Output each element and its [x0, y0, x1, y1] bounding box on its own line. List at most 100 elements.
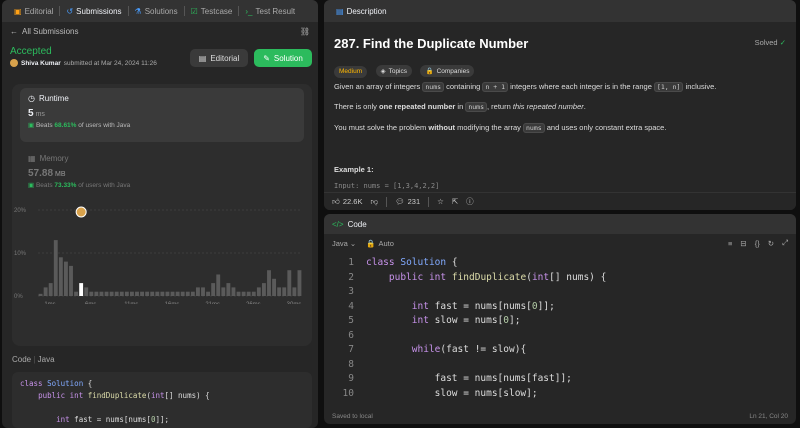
code-line: slow = nums[slow]; [366, 387, 538, 399]
code-preview-line: class Solution { [20, 379, 93, 388]
star-icon[interactable]: ☆ [437, 197, 444, 206]
chart-bar [282, 287, 287, 296]
line-number: 8 [348, 358, 354, 370]
tab-submissions[interactable]: ↺ Submissions [60, 0, 127, 22]
y-tick-label: 0% [14, 294, 23, 300]
line-number: 7 [348, 344, 354, 355]
runtime-beats: ▣ Beats 68.61% of users with Java [28, 122, 131, 129]
chart-bar [43, 287, 48, 296]
tab-solutions[interactable]: ⚗ Solutions [129, 0, 184, 22]
description-actions: 👍︎ 22.6K 👎︎ 💬︎ 231 ☆ ⇱ ⓘ [324, 192, 796, 210]
language-select[interactable]: Java ⌄ [332, 239, 356, 248]
line-number: 10 [342, 387, 354, 399]
chart-bar [180, 291, 185, 296]
format-icon[interactable]: ≡ [728, 239, 732, 248]
comment-icon: 💬︎ [395, 197, 405, 206]
topics-chip[interactable]: ◈ Topics [375, 65, 413, 77]
problem-statement-2: There is only one repeated number in num… [334, 102, 586, 112]
performance-stats: ◷ Runtime 5 ms ▣ Beats 68.61% of users wit… [12, 84, 312, 346]
chart-bar [272, 278, 277, 296]
chart-bar [231, 287, 236, 296]
chart-bar [292, 287, 297, 296]
share-icon[interactable]: ⇱ [452, 197, 458, 206]
reset-icon[interactable]: ↻ [768, 239, 774, 248]
code-preview-line: int fast = nums[nums[0]]; [56, 415, 170, 424]
chart-bar [53, 240, 58, 296]
submission-panel: ▣ Editorial ↺ Submissions ⚗ Solutions ☑ Test… [2, 0, 318, 428]
tab-description[interactable]: ▤ Description [330, 0, 393, 22]
code-preview-line: public int findDuplicate(int[] nums) { [38, 391, 210, 400]
difficulty-badge: Medium [334, 65, 368, 78]
chart-bar [74, 291, 79, 296]
help-icon[interactable]: ⓘ [466, 196, 474, 207]
solution-button[interactable]: ✎ Solution [254, 49, 312, 67]
comments-button[interactable]: 💬︎ 231 [395, 197, 420, 206]
tab-test-result[interactable]: ›_ Test Result [239, 0, 301, 22]
chart-bar [185, 291, 190, 296]
chart-bar [246, 291, 251, 296]
example-input: Input: nums = [1,3,4,2,2] [334, 182, 440, 189]
arrow-left-icon: ← [10, 26, 18, 36]
edit-icon: ✎ [263, 53, 270, 63]
tab-editorial[interactable]: ▣ Editorial [8, 0, 59, 22]
thumbs-down-icon[interactable]: 👎︎ [370, 197, 378, 207]
chart-bar [38, 293, 43, 296]
chevron-down-icon: ⌄ [349, 238, 357, 248]
trophy-icon: ▣ [28, 182, 35, 189]
chart-bar [129, 291, 134, 296]
chart-bar [170, 291, 175, 296]
chart-bar [145, 291, 150, 296]
y-tick-label: 20% [14, 208, 27, 214]
link-icon[interactable]: ⛓ [300, 27, 310, 36]
runtime-card[interactable]: ◷ Runtime 5 ms ▣ Beats 68.61% of users wit… [20, 88, 304, 142]
check-circle-icon: ✓ [779, 38, 786, 47]
chart-bar [84, 287, 89, 296]
book-icon: ▤ [198, 53, 207, 63]
bookmark-icon[interactable]: ⊟ [740, 239, 746, 248]
tab-testcase[interactable]: ☑ Testcase [185, 0, 239, 22]
lock-icon: 🔒 [366, 238, 376, 248]
editorial-button[interactable]: ▤ Editorial [190, 49, 248, 67]
all-submissions-link[interactable]: ← All Submissions [10, 27, 78, 36]
problem-statement-3: You must solve the problem without modif… [334, 123, 667, 133]
chart-bar [135, 291, 139, 296]
x-tick-label: 16ms [165, 302, 180, 304]
code-section-header: Code | Java [12, 355, 55, 364]
fullscreen-icon[interactable]: ⤢ [782, 238, 788, 248]
chart-bar [58, 257, 63, 296]
book-icon: ▣ [14, 6, 22, 16]
like-button[interactable]: 👍︎ 22.6K [332, 197, 362, 207]
runtime-distribution-chart[interactable]: 20%10%0%1ms6ms11ms16ms21ms26ms30ms1ms11m… [12, 204, 312, 304]
chart-bar [69, 265, 73, 296]
chart-bar [241, 291, 246, 296]
chart-bar [201, 287, 205, 296]
editor-toolbar: Java ⌄ 🔒 Auto ≡ ⊟ {} ↻ ⤢ [324, 234, 796, 252]
companies-chip[interactable]: 🔒 Companies [420, 65, 475, 77]
memory-card[interactable]: ▦ Memory 57.88 MB ▣ Beats 73.33% of users … [28, 154, 130, 189]
chart-bar [48, 283, 53, 296]
code-line: class Solution { [366, 257, 458, 268]
chart-bar [140, 291, 145, 296]
flask-icon: ⚗ [134, 6, 142, 16]
x-tick-label: 6ms [85, 302, 96, 304]
code-editor[interactable]: 1 2 3 4 5 6 7 8 9 10 class Solution { public int … [324, 256, 796, 406]
braces-icon[interactable]: {} [755, 239, 760, 248]
memory-beats: ▣ Beats 73.33% of users with Java [28, 182, 131, 189]
auto-mode[interactable]: 🔒 Auto [366, 239, 394, 248]
history-icon: ↺ [66, 6, 74, 16]
checkbox-icon: ☑ [190, 6, 198, 16]
chart-bar [89, 291, 94, 296]
chart-bar [99, 291, 104, 296]
description-tab-bar: ▤ Description [324, 0, 796, 22]
code-line: while(fast != slow){ [411, 344, 527, 355]
submitted-code-preview[interactable]: class Solution { public int findDuplicat… [12, 372, 312, 428]
code-preview-line [20, 402, 304, 414]
code-line: int slow = nums[0]; [411, 315, 521, 326]
chart-bar [206, 291, 211, 296]
problem-tags: Medium ◈ Topics 🔒 Companies [334, 60, 478, 78]
chart-bar [109, 291, 114, 296]
highlighted-bar [79, 283, 84, 296]
leetcode-workspace: ▣ Editorial ↺ Submissions ⚗ Solutions ☑ Test… [0, 0, 800, 428]
chart-bar [297, 270, 302, 296]
